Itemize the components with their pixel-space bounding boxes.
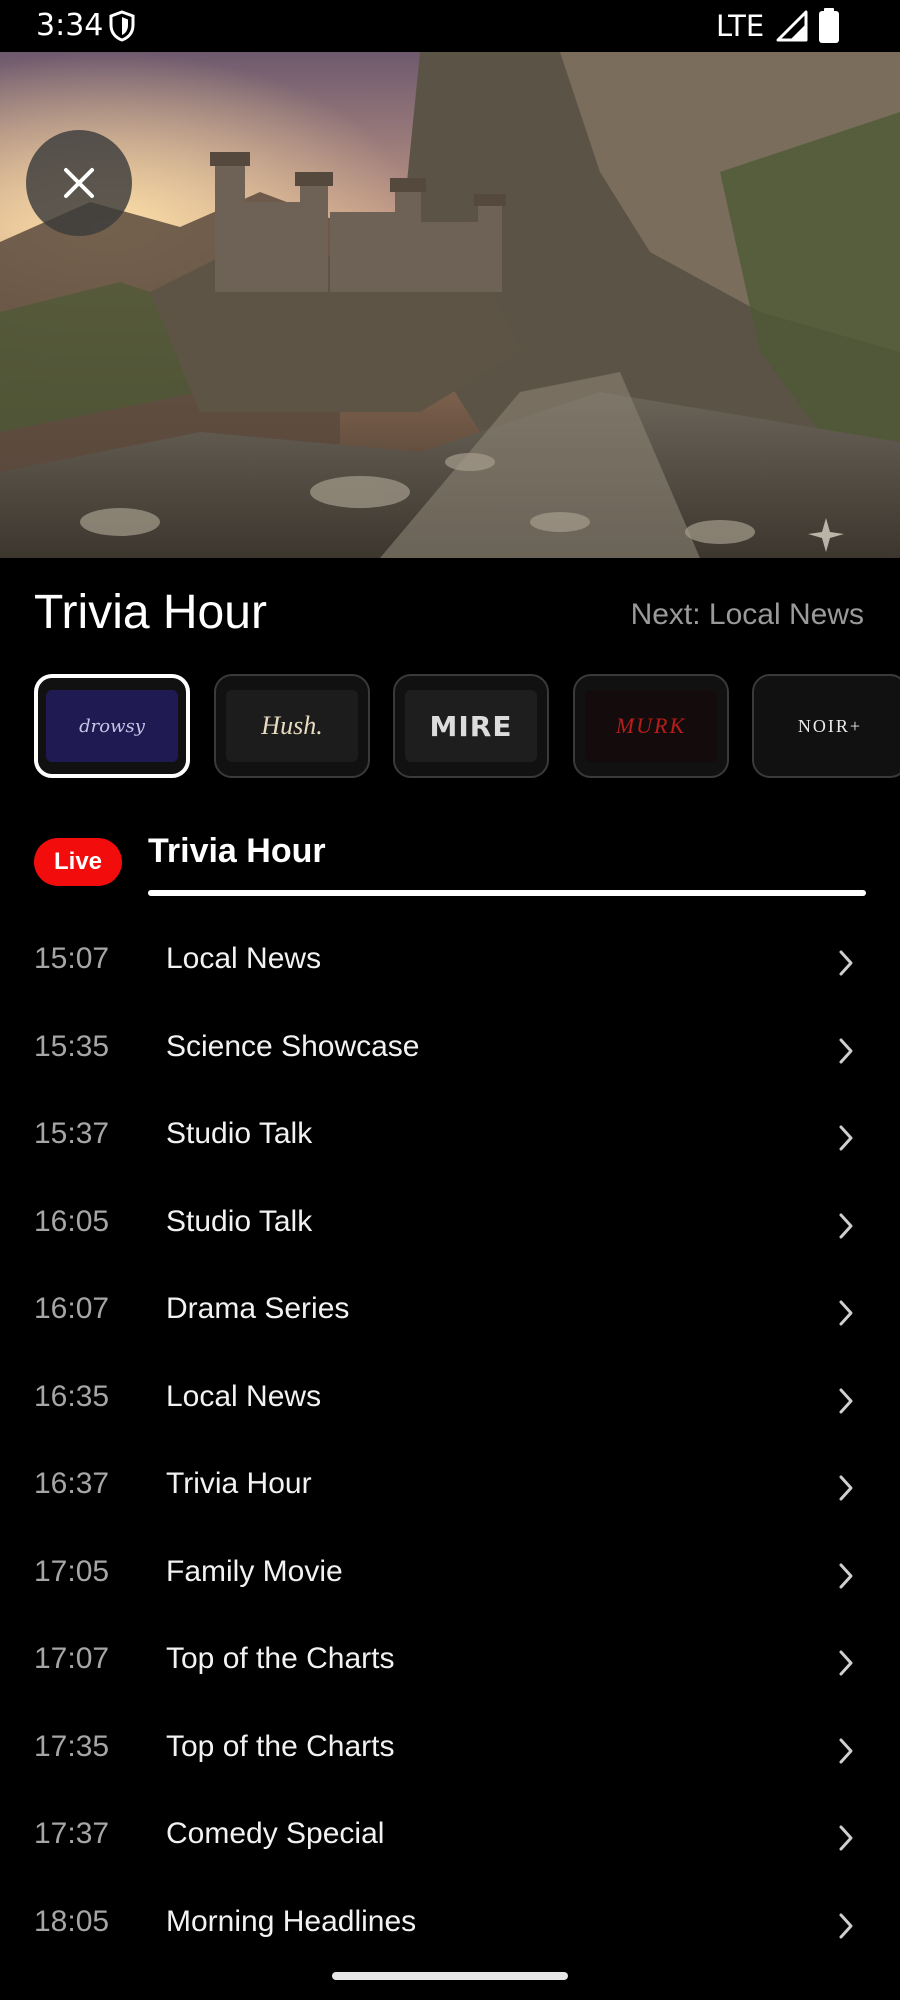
schedule-time: 16:05 — [34, 1204, 110, 1238]
next-program-label: Next: Local News — [630, 598, 864, 631]
chevron-right-icon — [839, 1825, 853, 1851]
schedule-row[interactable]: 17:07 Top of the Charts — [0, 1618, 900, 1706]
schedule-title: Drama Series — [166, 1292, 350, 1325]
channel-logo-noir: NOIR+ — [797, 715, 863, 736]
chevron-right-icon — [839, 950, 853, 976]
page-title: Trivia Hour — [34, 586, 267, 639]
schedule-row[interactable]: 16:37 Trivia Hour — [0, 1443, 900, 1531]
chevron-right-icon — [839, 1563, 853, 1588]
close-icon — [64, 168, 94, 198]
schedule-time: 15:35 — [34, 1029, 110, 1063]
schedule-title: Morning Headlines — [166, 1904, 417, 1938]
chevron-right-icon — [839, 1125, 853, 1151]
schedule-title: Family Movie — [166, 1554, 343, 1588]
home-indicator[interactable] — [332, 1972, 568, 1980]
schedule-title: Top of the Charts — [166, 1642, 395, 1675]
schedule-title: Local News — [166, 1379, 322, 1413]
schedule-title: Studio Talk — [166, 1117, 313, 1150]
chevron-right-icon — [839, 1300, 853, 1326]
channel-logo-drowsy: drowsy — [79, 715, 145, 737]
schedule-row[interactable]: 16:35 Local News — [0, 1356, 900, 1444]
schedule-row[interactable]: 15:07 Local News — [0, 918, 900, 1006]
schedule-row[interactable]: 17:35 Top of the Charts — [0, 1706, 900, 1794]
network-type: LTE — [716, 9, 765, 43]
live-program-title[interactable]: Trivia Hour — [148, 832, 326, 871]
chevron-right-icon — [839, 1038, 853, 1063]
channel-mire[interactable]: MIRE — [393, 674, 549, 778]
schedule-title: Top of the Charts — [166, 1729, 395, 1763]
channel-drowsy[interactable]: drowsy — [34, 674, 190, 778]
battery-icon — [819, 8, 839, 43]
channel-carousel[interactable]: drowsy Hush. MIRE MURK NOIR+ — [34, 674, 900, 778]
chevron-right-icon — [839, 1650, 853, 1676]
schedule-row[interactable]: 15:35 Science Showcase — [0, 1006, 900, 1094]
schedule-time: 16:07 — [34, 1292, 110, 1325]
schedule-time: 16:37 — [34, 1467, 110, 1500]
schedule-list: 15:07 Local News 15:35 Science Showcase … — [0, 918, 900, 1968]
shield-icon — [109, 10, 135, 42]
channel-logo-murk: MURK — [615, 713, 687, 738]
schedule-title: Comedy Special — [166, 1817, 385, 1850]
schedule-row[interactable]: 15:37 Studio Talk — [0, 1093, 900, 1181]
chevron-right-icon — [839, 1388, 853, 1413]
close-button[interactable] — [26, 130, 132, 236]
schedule-row[interactable]: 17:05 Family Movie — [0, 1531, 900, 1619]
chevron-right-icon — [839, 1738, 853, 1763]
chevron-right-icon — [839, 1213, 853, 1238]
schedule-title: Science Showcase — [166, 1029, 420, 1063]
schedule-time: 15:07 — [34, 942, 110, 975]
signal-icon — [776, 10, 808, 42]
chevron-right-icon — [839, 1913, 853, 1938]
schedule-time: 17:35 — [34, 1729, 110, 1763]
schedule-title: Studio Talk — [166, 1204, 313, 1238]
channel-logo-hush: Hush. — [261, 711, 323, 740]
chevron-right-icon — [839, 1475, 853, 1501]
channel-murk[interactable]: MURK — [573, 674, 729, 778]
hero-image — [0, 52, 900, 558]
live-badge: Live — [34, 838, 122, 886]
schedule-row[interactable]: 18:05 Morning Headlines — [0, 1881, 900, 1969]
schedule-time: 18:05 — [34, 1904, 110, 1938]
schedule-row[interactable]: 16:07 Drama Series — [0, 1268, 900, 1356]
schedule-title: Trivia Hour — [166, 1467, 312, 1500]
schedule-time: 17:05 — [34, 1554, 110, 1588]
status-time: 3:34 — [36, 8, 104, 43]
schedule-time: 15:37 — [34, 1117, 110, 1150]
live-progress-fill — [148, 890, 866, 896]
channel-noir[interactable]: NOIR+ — [752, 674, 900, 778]
schedule-time: 17:07 — [34, 1642, 110, 1675]
schedule-row[interactable]: 17:37 Comedy Special — [0, 1793, 900, 1881]
schedule-time: 17:37 — [34, 1817, 110, 1850]
channel-logo-mire: MIRE — [429, 709, 513, 743]
schedule-title: Local News — [166, 942, 322, 975]
live-progress-bar — [148, 890, 866, 896]
schedule-row[interactable]: 16:05 Studio Talk — [0, 1181, 900, 1269]
channel-hush[interactable]: Hush. — [214, 674, 370, 778]
schedule-time: 16:35 — [34, 1379, 110, 1413]
status-bar: 3:34 LTE — [0, 0, 900, 52]
